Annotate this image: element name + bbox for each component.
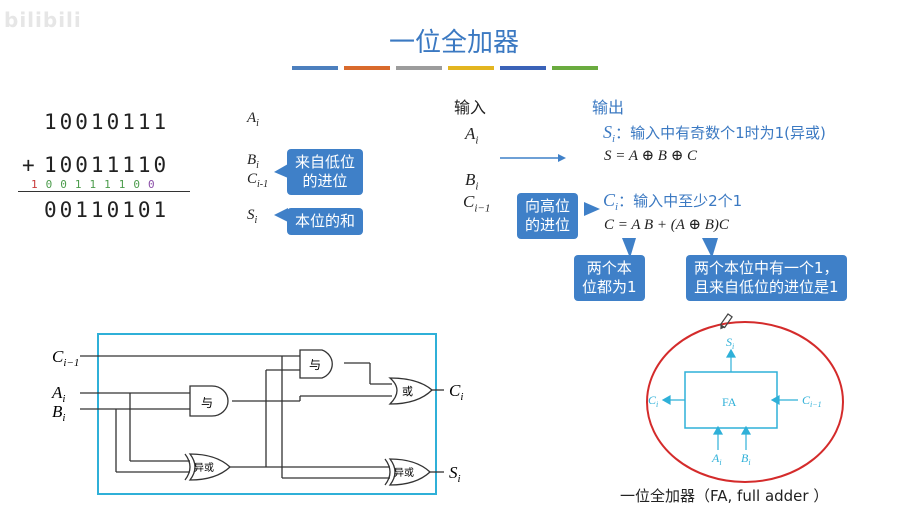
- sum-formula: S = A ⊕ B ⊕ C: [604, 148, 698, 164]
- fa-right-label: Ci−1: [802, 393, 822, 409]
- circuit-output-s: Si: [449, 463, 461, 485]
- carry-digit: 1: [31, 178, 46, 191]
- circuit-frame: [97, 333, 437, 495]
- title-bar-2: [396, 66, 442, 70]
- carry-row: 100111100: [31, 178, 163, 191]
- carry-digit: 0: [133, 178, 148, 191]
- fa-label: FA: [722, 395, 737, 409]
- fa-bottom-a-label: Ai: [711, 451, 722, 467]
- sum-line: [18, 191, 190, 192]
- callout-one-and-carry: 两个本位中有一个1， 且来自低位的进位是1: [686, 255, 847, 301]
- carry-digit: 0: [148, 178, 163, 191]
- logic-circuit: Ci−1 Ai Bi 与 与 或 异或 异或 Ci Si: [51, 333, 463, 495]
- title-bar-3: [448, 66, 494, 70]
- or-gate-label: 或: [402, 385, 413, 398]
- fa-bottom-b-label: Bi: [741, 451, 751, 467]
- carry-digit: 1: [89, 178, 105, 191]
- carry-digit: 0: [45, 178, 61, 191]
- sum-result: 00110101: [44, 198, 170, 222]
- io-arrow: [500, 154, 566, 162]
- carry-digit: 0: [60, 178, 75, 191]
- io-input-a: Ai: [465, 124, 479, 147]
- callout-carry-in: 来自低位 的进位: [287, 149, 364, 195]
- label-b: Bi: [247, 152, 259, 171]
- fa-caption: 一位全加器（FA, full adder ）: [620, 487, 829, 505]
- page-title: 一位全加器: [388, 28, 519, 58]
- callout-both-ones: 两个本 位都为1: [574, 255, 645, 301]
- circuit-output-c: Ci: [449, 381, 463, 403]
- io-input-c: Ci−1: [463, 192, 491, 215]
- callout-pointer-carry-out: [584, 202, 600, 216]
- fa-top-label: Si: [726, 335, 734, 351]
- title-bar-4: [500, 66, 546, 70]
- carry-digit: 1: [74, 178, 90, 191]
- output-header: 输出: [592, 98, 625, 117]
- title-bar-0: [292, 66, 338, 70]
- label-a: Ai: [247, 110, 259, 129]
- circuit-input-b: Bi: [52, 402, 65, 424]
- and-gate-1-label: 与: [201, 396, 213, 410]
- xor-gate-2-label: 异或: [394, 467, 414, 479]
- title-bar-5: [552, 66, 598, 70]
- callout-sum-bit: 本位的和: [287, 208, 364, 235]
- fa-left-label: Ci: [648, 393, 658, 409]
- io-input-b: Bi: [465, 170, 479, 193]
- carry-output-desc: Ci：输入中至少2个1: [603, 190, 743, 214]
- plus-sign: +: [22, 153, 38, 177]
- and-gate-2-label: 与: [309, 358, 321, 372]
- carry-formula: C = A B + (A ⊕ B)C: [604, 217, 729, 233]
- title-color-bars: [292, 66, 598, 70]
- addend-b: 10011110: [44, 153, 170, 177]
- fa-block-diagram: FA Si Ci Ci−1 Ai Bi: [646, 313, 844, 483]
- callout-carry-out: 向高位 的进位: [517, 193, 579, 239]
- carry-digit: 1: [118, 178, 134, 191]
- title-bar-1: [344, 66, 390, 70]
- label-s: Si: [247, 207, 258, 226]
- xor-gate-1-label: 异或: [194, 462, 214, 474]
- sum-output-desc: Si：输入中有奇数个1时为1(异或): [603, 122, 826, 146]
- circuit-input-c: Ci−1: [52, 347, 79, 369]
- input-header: 输入: [454, 98, 487, 117]
- label-c: Ci-1: [247, 171, 269, 190]
- addend-a: 10010111: [44, 110, 170, 134]
- carry-digit: 1: [104, 178, 119, 191]
